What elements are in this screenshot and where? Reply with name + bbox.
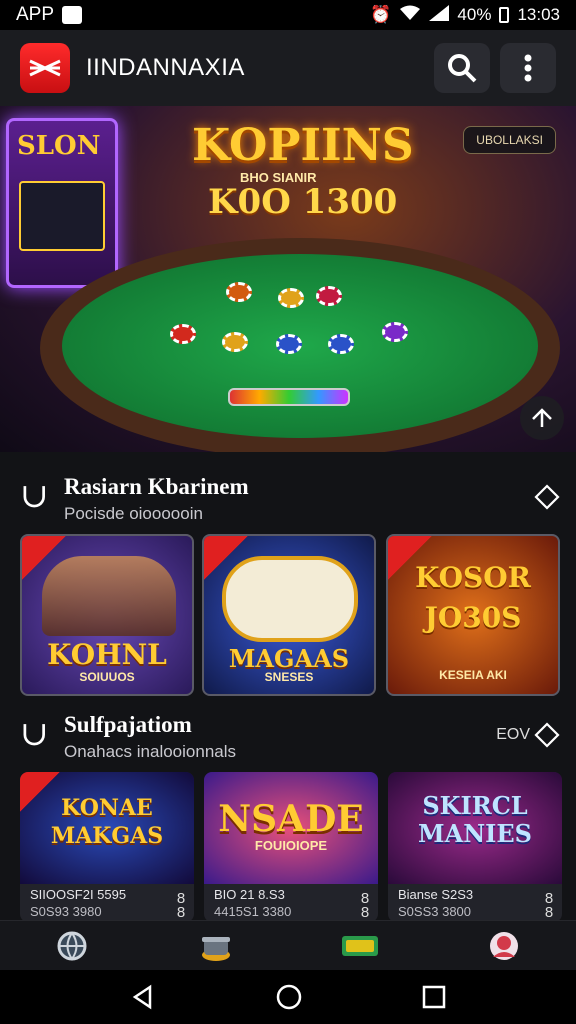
reels-illustration: [222, 556, 358, 642]
card-meta: Bianse S2S3 S0SS3 3800: [398, 886, 473, 920]
chip-icon: [382, 322, 408, 342]
bottom-nav: [0, 920, 576, 970]
chip-icon: [226, 282, 252, 302]
card-title: MAGAAS: [228, 644, 350, 673]
chip-icon: [222, 332, 248, 352]
signal-icon: [429, 4, 450, 26]
status-bar: APP ⏰ 40% 13:03: [0, 0, 576, 30]
hero-badge[interactable]: UBOLLAKSI: [463, 126, 556, 154]
game-card[interactable]: KOHNL SOIUUOS: [20, 534, 194, 696]
search-button[interactable]: [434, 43, 490, 93]
pot-icon: [202, 936, 230, 961]
section-title: Rasiarn Kbarinem: [64, 474, 249, 499]
nav-pot[interactable]: [192, 924, 240, 968]
game-card[interactable]: MAGAAS SNESES: [202, 534, 376, 696]
battery-level: 40%: [457, 5, 492, 24]
chip-icon: [276, 334, 302, 354]
chevron-icon: [534, 484, 560, 510]
card-subtitle: KESEIA AKI: [439, 668, 507, 682]
card-count: 8 8: [176, 890, 186, 921]
alarm-icon: ⏰: [370, 5, 392, 24]
recents-icon[interactable]: [422, 985, 446, 1009]
hero-share-button[interactable]: [520, 396, 564, 440]
card-meta-line1: SIIOOSF2I 5595: [30, 887, 127, 902]
brand-logo-icon[interactable]: [20, 43, 70, 93]
section-header: ∪ Sulfpajatiom Onahacs inalooionnals EOV: [20, 712, 560, 768]
hero-banner[interactable]: SLON KOPIINS BHO SIANIR K0O 1300 UBOLLAK…: [0, 106, 576, 452]
card-shoe-illustration: [228, 388, 350, 406]
section-header: ∪ Rasiarn Kbarinem Pocisde oioooooin: [20, 474, 560, 530]
card-count: 8 8: [544, 890, 554, 921]
app-title: IINDANNAXIA: [86, 54, 245, 81]
section-more-label: EOV: [496, 726, 530, 743]
card-title: SKIRCL MANIES: [418, 791, 532, 848]
home-icon[interactable]: [275, 983, 303, 1011]
section-mark-icon: ∪: [20, 714, 49, 754]
card-subtitle: SNESES: [264, 670, 314, 684]
nav-cash[interactable]: [336, 924, 384, 968]
card-title: KONAE MAKGAS: [50, 795, 164, 849]
section-subtitle: Pocisde oioooooin: [64, 504, 203, 523]
hero-amount: K0O 1300: [208, 182, 398, 222]
card-subtitle: SOIUUOS: [79, 670, 135, 684]
battery-icon: [499, 7, 510, 23]
section-more-button[interactable]: EOV: [496, 722, 560, 748]
search-icon: [448, 54, 477, 83]
card-meta-line2: S0SS3 3800: [398, 904, 472, 919]
cash-icon: [342, 935, 378, 956]
chip-icon: [328, 334, 354, 354]
players-illustration: [42, 556, 176, 636]
share-icon: [532, 408, 552, 427]
slot-label: SLON: [17, 131, 101, 161]
section-subtitle: Onahacs inalooionnals: [64, 742, 237, 761]
chevron-icon: [534, 722, 560, 748]
game-card[interactable]: KOSOR JO30S KESEIA AKI: [386, 534, 560, 696]
more-vertical-icon: [524, 54, 532, 82]
card-title: KOSOR JO30S: [415, 561, 531, 634]
hero-title: KOPIINS: [192, 120, 414, 171]
chip-icon: [316, 286, 342, 306]
game-card[interactable]: SKIRCL MANIES Bianse S2S3 S0SS3 3800 8 8: [388, 772, 562, 922]
game-card[interactable]: KONAE MAKGAS SIIOOSF2I 5595 S0S93 3980 8…: [20, 772, 194, 922]
card-meta-line2: S0S93 3980: [30, 904, 102, 919]
app-bar: IINDANNAXIA: [0, 30, 576, 106]
section-mark-icon: ∪: [20, 476, 49, 516]
card-meta-line1: BIO 21 8.S3: [214, 887, 285, 902]
card-meta-line1: Bianse S2S3: [398, 887, 474, 902]
nav-profile[interactable]: [480, 924, 528, 968]
card-count: 8 8: [360, 890, 370, 921]
section-more-button[interactable]: [534, 484, 560, 510]
card-title: NSADE: [218, 798, 364, 840]
notification-icon: [62, 6, 83, 24]
game-card[interactable]: NSADE FOUIOIOPE BIO 21 8.S3 4415S1 3380 …: [204, 772, 378, 922]
system-nav-bar: [0, 970, 576, 1024]
more-menu-button[interactable]: [500, 43, 556, 93]
slot-machine-illustration: SLON: [6, 118, 118, 288]
card-subtitle: FOUIOIOPE: [254, 838, 328, 853]
card-title: KOHNL: [47, 638, 167, 671]
globe-icon: [57, 931, 87, 961]
card-meta-line2: 4415S1 3380: [214, 904, 292, 919]
nav-globe[interactable]: [48, 924, 96, 968]
status-app-label: APP: [16, 4, 55, 25]
avatar-icon: [490, 931, 518, 960]
chip-icon: [170, 324, 196, 344]
clock: 13:03: [517, 5, 560, 24]
card-meta: BIO 21 8.S3 4415S1 3380: [214, 886, 291, 920]
chip-icon: [278, 288, 304, 308]
wifi-icon: [399, 5, 421, 26]
section-title: Sulfpajatiom: [64, 712, 192, 737]
back-icon[interactable]: [130, 984, 156, 1010]
card-meta: SIIOOSF2I 5595 S0S93 3980: [30, 886, 126, 920]
